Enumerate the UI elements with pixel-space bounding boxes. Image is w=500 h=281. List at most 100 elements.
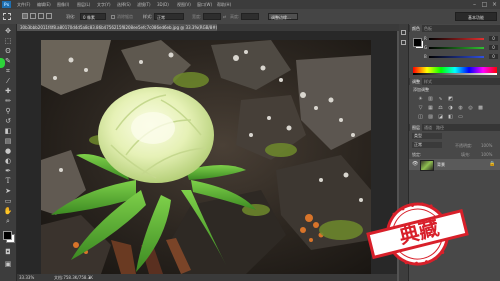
levels-icon[interactable]: ▥ — [427, 96, 434, 102]
gradient-map-icon[interactable]: ▭ — [457, 114, 464, 120]
channel-value-input[interactable]: 0 — [489, 45, 498, 50]
quick-mask-icon[interactable]: ◘ — [3, 248, 13, 257]
channel-slider[interactable] — [429, 47, 484, 49]
history-panel-icon[interactable] — [401, 30, 406, 35]
color-lookup-icon[interactable]: ▩ — [477, 105, 484, 111]
brightness-icon[interactable]: ☀ — [417, 96, 424, 102]
layers-panel-tabs: 图层 通道 路径 — [409, 124, 500, 131]
swap-icon[interactable]: ⇄ — [223, 13, 226, 20]
vibrance-icon[interactable]: ▽ — [417, 105, 424, 111]
menu-item[interactable]: 图层(L) — [77, 2, 90, 8]
stamp-tool-icon[interactable]: ⚲ — [3, 107, 13, 116]
move-tool-icon[interactable]: ✥ — [3, 27, 13, 36]
brush-tool-icon[interactable]: ✏ — [3, 97, 13, 106]
hand-tool-icon[interactable]: ✋ — [3, 207, 13, 216]
tab-paths[interactable]: 路径 — [434, 124, 446, 131]
minimize-icon[interactable]: – — [470, 1, 479, 8]
type-tool-icon[interactable]: T — [3, 177, 13, 186]
opacity-input[interactable]: 100% — [481, 143, 492, 148]
marquee-tool-icon[interactable]: ⬚ — [3, 37, 13, 46]
blur-tool-icon[interactable]: ● — [3, 147, 13, 156]
intersect-selection-icon[interactable] — [46, 13, 52, 19]
color-grayscale-bar[interactable] — [413, 73, 497, 75]
tab-layers[interactable]: 图层 — [410, 124, 422, 131]
width-input[interactable] — [203, 13, 221, 20]
channel-slider[interactable] — [429, 38, 484, 40]
marquee-tool-icon[interactable] — [3, 13, 11, 20]
photo-snow-lotus[interactable] — [41, 40, 371, 274]
path-select-tool-icon[interactable]: ➤ — [3, 187, 13, 196]
layer-name[interactable]: 背景 — [437, 162, 445, 168]
tools-panel: ✥ ⬚ ʘ ✎ ⌗ ⁄ ✚ ✏ ⚲ ↺ ◧ ▤ ● ◐ ✒ T ➤ ▭ ✋ ⌕ … — [0, 24, 17, 281]
add-selection-icon[interactable] — [30, 13, 36, 19]
tab-channels[interactable]: 通道 — [422, 124, 434, 131]
channel-value-input[interactable]: 0 — [489, 54, 498, 59]
panel-foreground-swatch[interactable] — [413, 38, 422, 47]
lasso-tool-icon[interactable]: ʘ — [3, 47, 13, 56]
black-white-icon[interactable]: ◑ — [447, 105, 454, 111]
channel-slider[interactable] — [429, 56, 484, 58]
refine-edge-button[interactable]: 调整边缘... — [268, 13, 298, 20]
pen-tool-icon[interactable]: ✒ — [3, 167, 13, 176]
close-icon[interactable]: × — [490, 1, 499, 8]
options-bar: 羽化: 0 像素 消除锯齿 样式: 正常 宽度: ⇄ 高度: 调整边缘... 基… — [0, 9, 500, 25]
eraser-tool-icon[interactable]: ◧ — [3, 127, 13, 136]
history-brush-tool-icon[interactable]: ↺ — [3, 117, 13, 126]
properties-panel-icon[interactable] — [401, 40, 406, 45]
healing-tool-icon[interactable]: ✚ — [3, 87, 13, 96]
menu-item[interactable]: 帮助(H) — [217, 2, 231, 8]
antialias-label: 消除锯齿 — [117, 14, 133, 19]
menu-item[interactable]: 滤镜(T) — [137, 2, 151, 8]
gradient-tool-icon[interactable]: ▤ — [3, 137, 13, 146]
exposure-icon[interactable]: ◩ — [447, 96, 454, 102]
layer-kind-filter[interactable]: 类型 — [412, 133, 442, 139]
document-tab[interactable]: 30b3bbb2011f4f8.a80170d4d5a8c83.86b47562… — [17, 24, 217, 31]
menu-item[interactable]: 编辑(E) — [37, 2, 51, 8]
antialias-checkbox[interactable] — [111, 15, 115, 19]
shape-tool-icon[interactable]: ▭ — [3, 197, 13, 206]
maximize-icon[interactable]: □ — [480, 1, 489, 8]
blend-mode-select[interactable]: 正常 — [412, 142, 442, 148]
dodge-tool-icon[interactable]: ◐ — [3, 157, 13, 166]
menu-item[interactable]: 窗口(W) — [197, 2, 212, 8]
eyedropper-tool-icon[interactable]: ⁄ — [3, 77, 13, 86]
fill-input[interactable]: 100% — [481, 152, 492, 157]
new-selection-icon[interactable] — [22, 13, 28, 19]
menu-item[interactable]: 文字(Y) — [97, 2, 111, 8]
adjust-panel-title: 添加调整 — [413, 87, 429, 92]
style-select[interactable]: 正常 — [154, 13, 184, 20]
foreground-color-swatch[interactable] — [3, 231, 12, 240]
tab-adjustments[interactable]: 调整 — [410, 78, 422, 85]
selective-color-icon[interactable]: ◧ — [447, 114, 454, 120]
workspace-button[interactable]: 基本功能 — [455, 12, 497, 21]
tab-styles[interactable]: 样式 — [422, 78, 434, 85]
menu-item[interactable]: 3D(D) — [157, 2, 169, 7]
menu-item[interactable]: 图像(I) — [57, 2, 69, 8]
menu-item[interactable]: 文件(F) — [17, 2, 30, 8]
layer-row-background[interactable]: 👁 背景 🔒 — [409, 159, 500, 171]
zoom-tool-icon[interactable]: ⌕ — [3, 217, 13, 226]
screen-mode-icon[interactable]: ▣ — [3, 260, 13, 269]
feather-input[interactable]: 0 像素 — [80, 13, 106, 20]
crop-tool-icon[interactable]: ⌗ — [3, 67, 13, 76]
tab-swatches[interactable]: 色板 — [422, 25, 434, 32]
threshold-icon[interactable]: ◪ — [437, 114, 444, 120]
channel-mixer-icon[interactable]: ◎ — [467, 105, 474, 111]
zoom-level[interactable]: 33.33% — [19, 274, 34, 281]
app-logo: Ps — [2, 1, 11, 8]
photo-filter-icon[interactable]: ◍ — [457, 105, 464, 111]
tab-color[interactable]: 颜色 — [410, 25, 422, 32]
menu-item[interactable]: 视图(V) — [177, 2, 191, 8]
invert-icon[interactable]: ◫ — [417, 114, 424, 120]
canvas-area[interactable] — [17, 31, 397, 274]
visibility-eye-icon[interactable]: 👁 — [412, 161, 418, 167]
height-input[interactable] — [241, 13, 259, 20]
status-menu-arrow-icon[interactable]: ▸ — [89, 274, 91, 281]
curves-icon[interactable]: ∿ — [437, 96, 444, 102]
menu-item[interactable]: 选择(S) — [117, 2, 131, 8]
channel-value-input[interactable]: 0 — [489, 36, 498, 41]
color-balance-icon[interactable]: ⚖ — [437, 105, 444, 111]
subtract-selection-icon[interactable] — [38, 13, 44, 19]
hue-saturation-icon[interactable]: ▦ — [427, 105, 434, 111]
posterize-icon[interactable]: ▨ — [427, 114, 434, 120]
